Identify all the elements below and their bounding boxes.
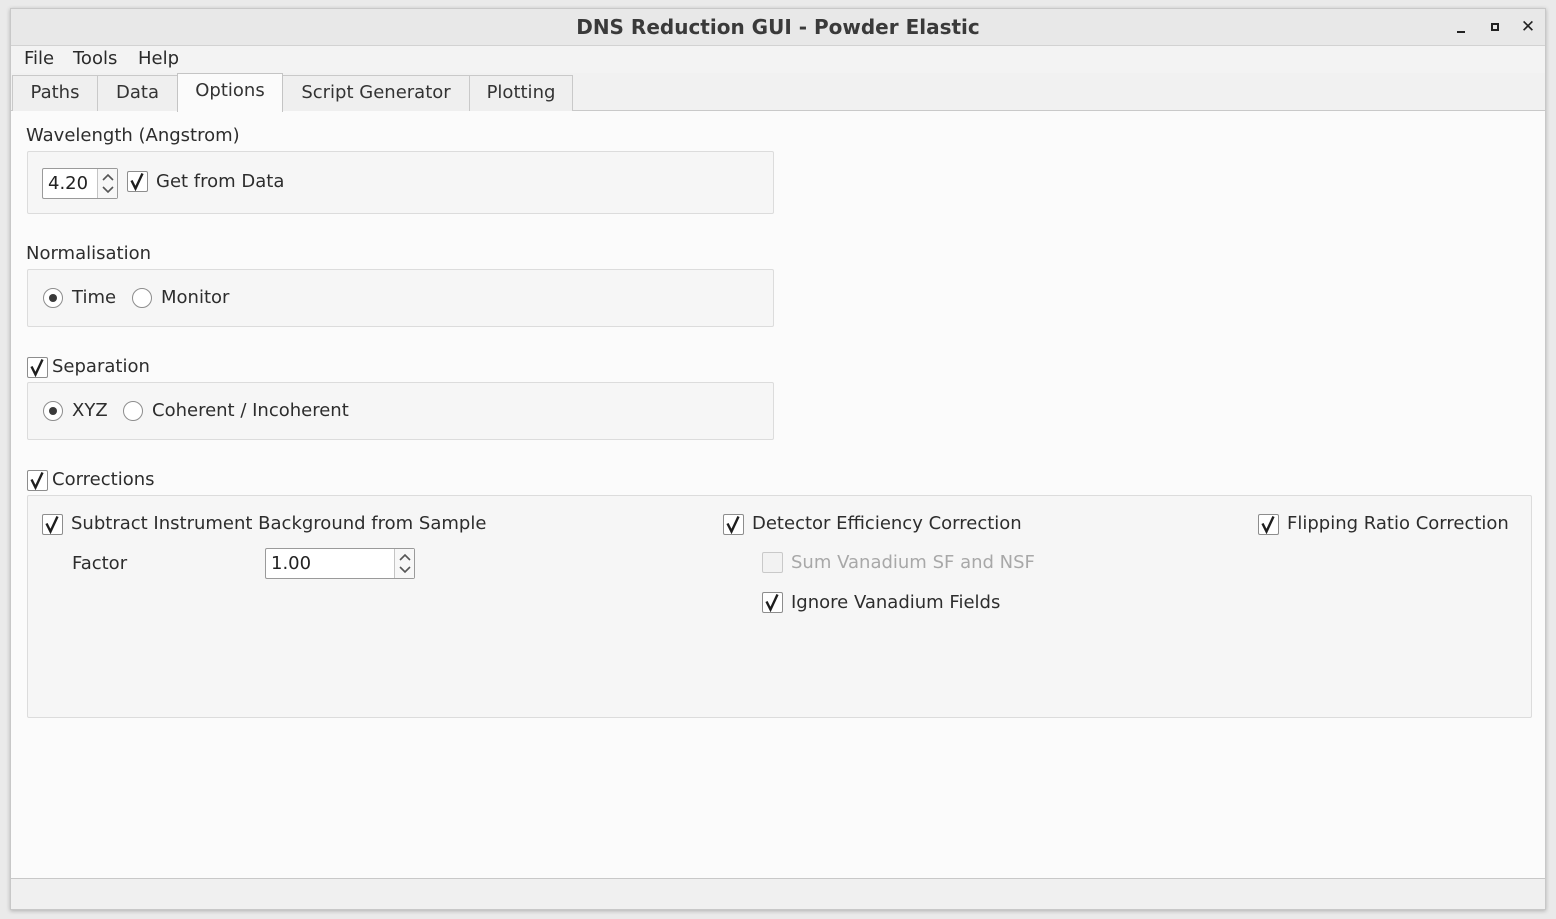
tab-data[interactable]: Data [97, 75, 178, 111]
factor-input[interactable] [266, 549, 394, 578]
wavelength-spin-arrows [97, 169, 117, 198]
sum-vanadium-label: Sum Vanadium SF and NSF [791, 552, 1035, 573]
ignore-vanadium-label: Ignore Vanadium Fields [791, 592, 1001, 613]
corrections-group: Subtract Instrument Background from Samp… [27, 495, 1532, 718]
ignore-vanadium-checkbox[interactable] [762, 592, 783, 613]
spin-down-arrow-icon[interactable] [395, 564, 414, 579]
detector-efficiency-label: Detector Efficiency Correction [752, 513, 1022, 534]
get-from-data-label: Get from Data [156, 171, 285, 192]
title-bar[interactable]: DNS Reduction GUI - Powder Elastic ✕ [11, 9, 1545, 46]
detector-efficiency-checkbox[interactable] [723, 514, 744, 535]
corrections-title: Corrections [52, 469, 155, 490]
close-icon: ✕ [1520, 17, 1536, 37]
minimize-icon [1457, 31, 1465, 33]
tab-plotting[interactable]: Plotting [469, 75, 573, 111]
factor-label: Factor [72, 553, 128, 574]
separation-checkbox[interactable] [27, 357, 48, 378]
menu-bar: File Tools Help [11, 46, 1545, 73]
options-panel: Wavelength (Angstrom) Get from Data Norm… [11, 111, 1545, 880]
checkmark-icon [30, 358, 44, 377]
minimize-button[interactable] [1451, 17, 1471, 37]
checkmark-icon [1261, 515, 1275, 534]
radio-monitor-label: Monitor [161, 287, 230, 308]
radio-coherent-incoherent[interactable] [123, 401, 143, 421]
sum-vanadium-checkbox[interactable] [762, 552, 783, 573]
menu-help[interactable]: Help [138, 48, 179, 69]
subtract-background-label: Subtract Instrument Background from Samp… [71, 513, 487, 534]
checkmark-icon [765, 593, 779, 612]
menu-file[interactable]: File [24, 48, 54, 69]
tab-options[interactable]: Options [177, 73, 283, 112]
tab-script-generator[interactable]: Script Generator [282, 75, 470, 111]
factor-spinbox[interactable] [265, 548, 415, 579]
tab-bar: Paths Data Options Script Generator Plot… [11, 73, 1545, 112]
tab-paths[interactable]: Paths [12, 75, 98, 111]
close-button[interactable]: ✕ [1518, 17, 1538, 37]
radio-monitor[interactable] [132, 288, 152, 308]
radio-coherent-incoherent-label: Coherent / Incoherent [152, 400, 349, 421]
radio-time-label: Time [72, 287, 117, 308]
wavelength-input[interactable] [43, 169, 98, 198]
flipping-ratio-checkbox[interactable] [1258, 514, 1279, 535]
spin-up-arrow-icon[interactable] [395, 549, 414, 564]
normalisation-title: Normalisation [26, 243, 152, 264]
separation-title: Separation [52, 356, 150, 377]
normalisation-group: Time Monitor [27, 269, 774, 327]
wavelength-title: Wavelength (Angstrom) [26, 125, 240, 146]
separation-group: XYZ Coherent / Incoherent [27, 382, 774, 440]
maximize-button[interactable] [1485, 17, 1505, 37]
checkmark-icon [45, 515, 59, 534]
status-bar [11, 878, 1545, 909]
corrections-checkbox[interactable] [27, 470, 48, 491]
get-from-data-checkbox[interactable] [127, 171, 148, 192]
checkmark-icon [130, 172, 144, 191]
checkmark-icon [30, 471, 44, 490]
subtract-background-checkbox[interactable] [42, 514, 63, 535]
spin-down-arrow-icon[interactable] [98, 184, 117, 199]
maximize-icon [1491, 23, 1499, 31]
checkmark-icon [726, 515, 740, 534]
app-window: DNS Reduction GUI - Powder Elastic ✕ Fil… [10, 8, 1546, 910]
factor-spin-arrows [394, 549, 414, 578]
radio-xyz-label: XYZ [72, 400, 108, 421]
wavelength-spinbox[interactable] [42, 168, 118, 199]
flipping-ratio-label: Flipping Ratio Correction [1287, 513, 1509, 534]
radio-time[interactable] [43, 288, 63, 308]
spin-up-arrow-icon[interactable] [98, 169, 117, 184]
radio-xyz[interactable] [43, 401, 63, 421]
wavelength-group: Get from Data [27, 151, 774, 214]
menu-tools[interactable]: Tools [73, 48, 117, 69]
window-title: DNS Reduction GUI - Powder Elastic [576, 15, 980, 39]
